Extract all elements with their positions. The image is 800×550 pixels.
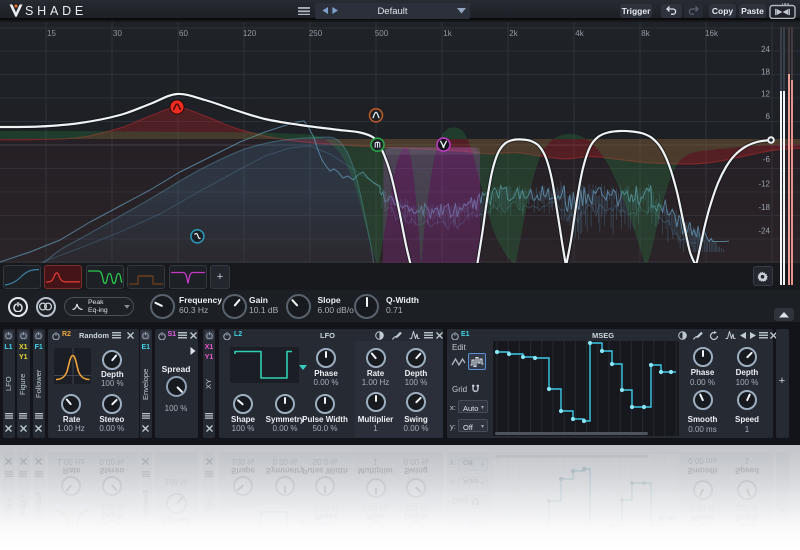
svg-text:UVI: UVI <box>782 2 789 7</box>
svg-text:8k: 8k <box>641 29 650 38</box>
svg-text:12: 12 <box>761 90 770 99</box>
svg-text:250: 250 <box>309 29 323 38</box>
svg-text:-12: -12 <box>758 179 770 188</box>
svg-text:500: 500 <box>375 29 389 38</box>
svg-text:1k: 1k <box>443 29 452 38</box>
svg-text:-24: -24 <box>758 226 770 235</box>
svg-text:2k: 2k <box>509 29 518 38</box>
svg-text:16k: 16k <box>705 29 719 38</box>
svg-text:120: 120 <box>243 29 257 38</box>
svg-text:15: 15 <box>47 29 56 38</box>
svg-text:4k: 4k <box>575 29 584 38</box>
svg-text:-6: -6 <box>763 155 771 164</box>
svg-text:-18: -18 <box>758 203 770 212</box>
svg-text:30: 30 <box>113 29 122 38</box>
svg-text:60: 60 <box>179 29 188 38</box>
svg-text:18: 18 <box>761 67 770 76</box>
svg-text:6: 6 <box>766 112 771 121</box>
svg-text:24: 24 <box>761 45 770 54</box>
